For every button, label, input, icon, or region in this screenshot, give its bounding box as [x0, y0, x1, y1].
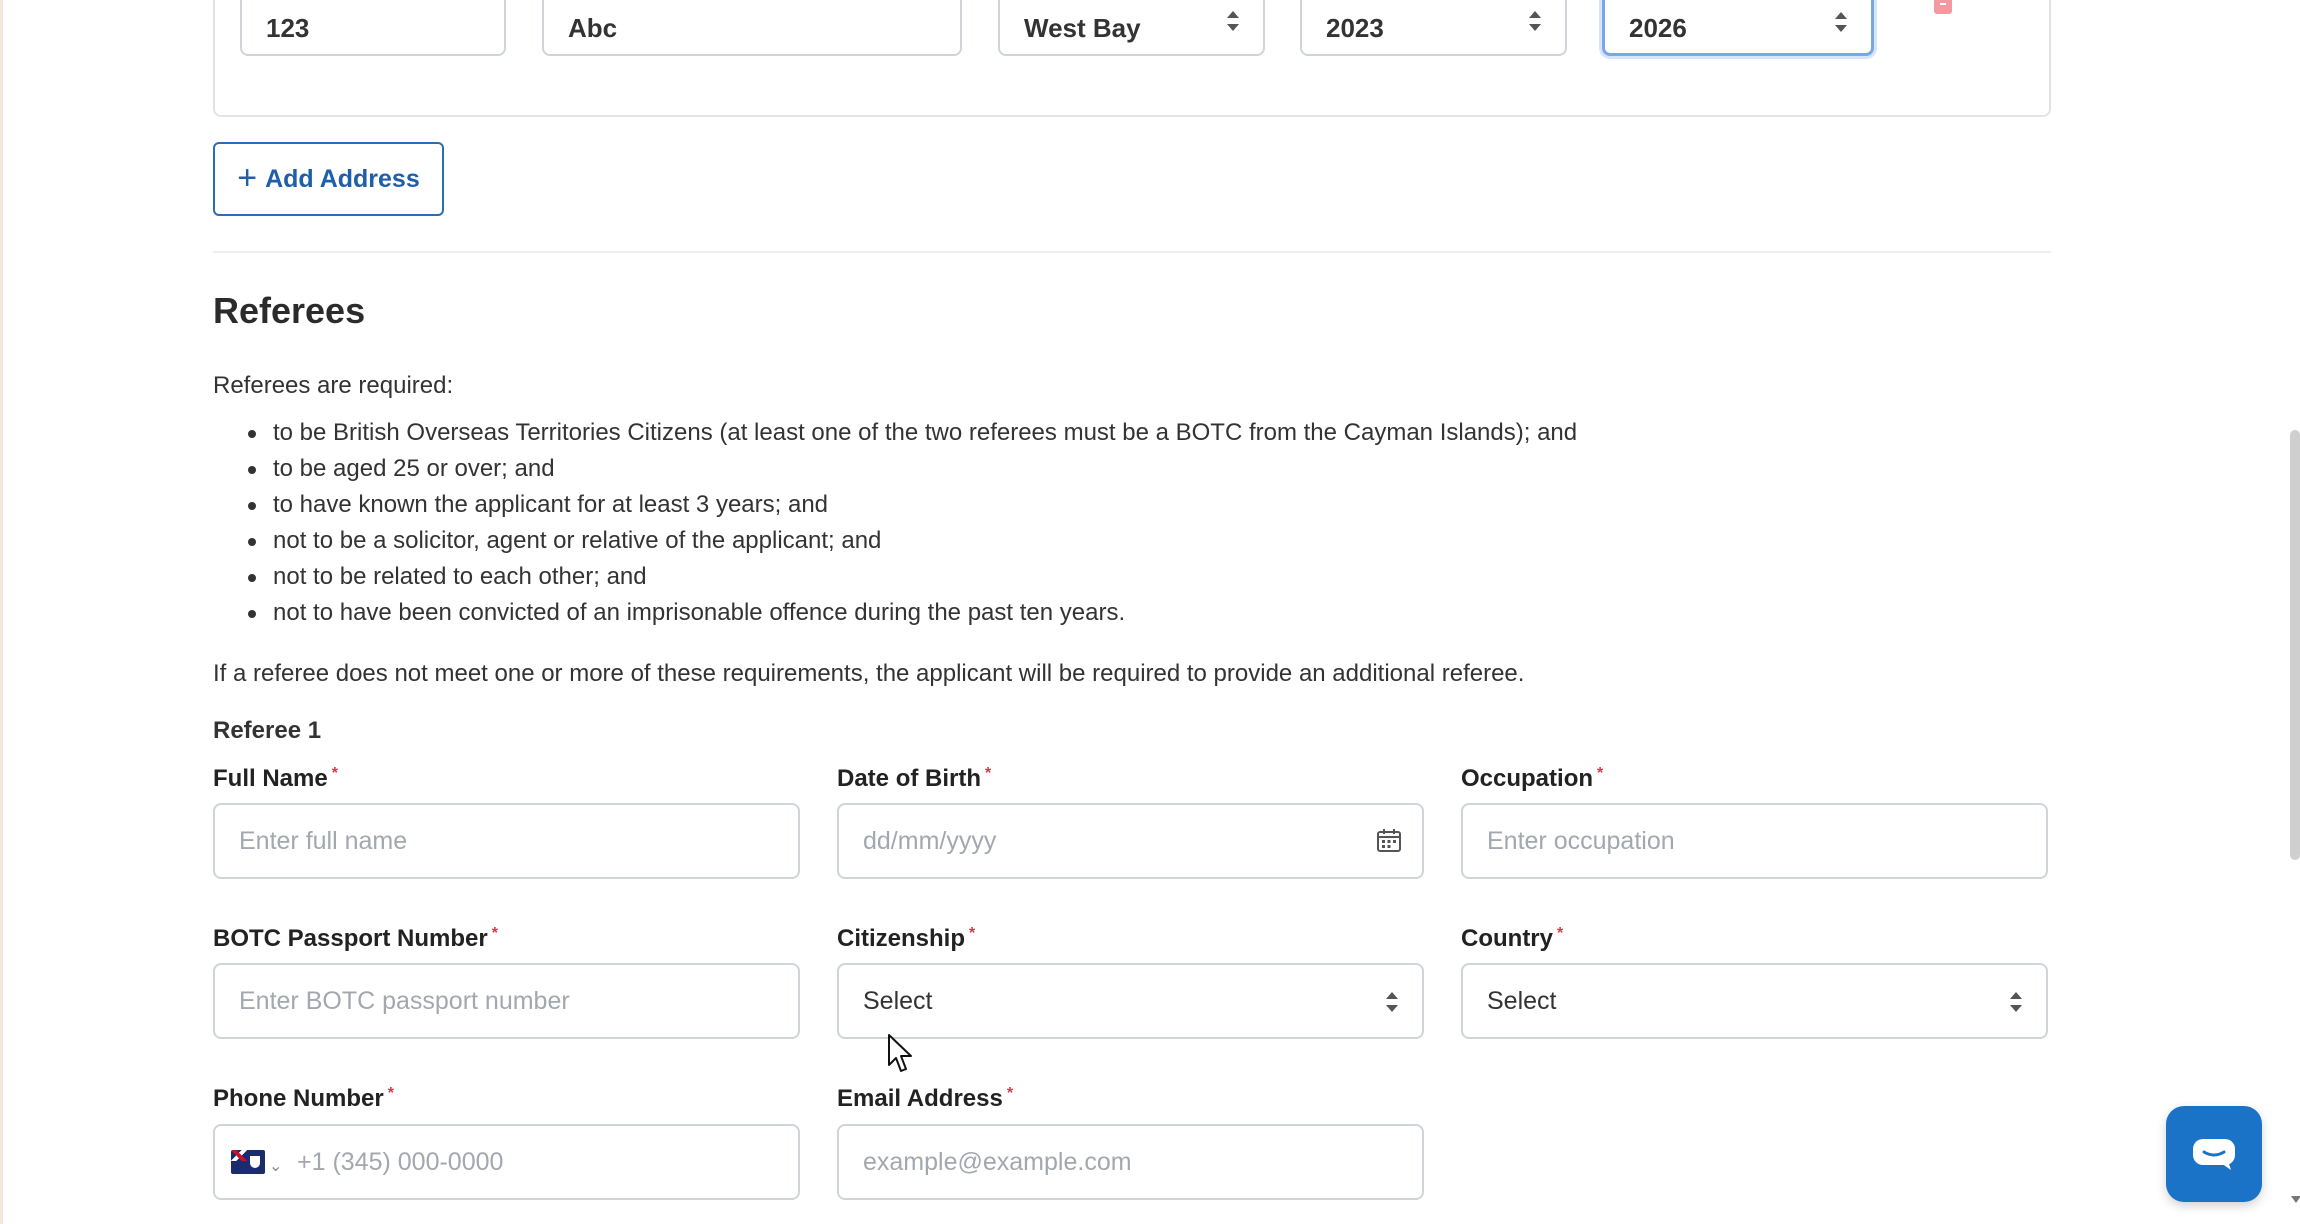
add-address-button[interactable]: + Add Address [213, 142, 444, 216]
referee-1-label: Referee 1 [213, 717, 322, 744]
dob-field [837, 803, 1424, 879]
referees-notice: If a referee does not meet one or more o… [213, 660, 1525, 687]
email-input[interactable] [837, 1124, 1424, 1200]
passport-input[interactable] [213, 963, 800, 1039]
select-arrows-icon [2010, 992, 2022, 1012]
street-input[interactable]: Abc [542, 0, 962, 56]
select-arrows-icon [1529, 11, 1541, 31]
list-item: to be aged 25 or over; and [213, 454, 1577, 490]
chevron-down-icon[interactable]: ⌄ [269, 1156, 282, 1176]
delete-address-icon[interactable] [1934, 0, 1952, 14]
list-item: not to have been convicted of an impriso… [213, 598, 1577, 634]
referees-heading: Referees [213, 290, 366, 331]
select-arrows-icon [1227, 11, 1239, 31]
plus-icon: + [237, 158, 258, 197]
list-item: not to be a solicitor, agent or relative… [213, 526, 1577, 562]
list-item: to be British Overseas Territories Citiz… [213, 418, 1577, 454]
full-name-input[interactable] [213, 803, 800, 879]
scroll-down-icon[interactable] [2291, 1196, 2300, 1203]
dob-input[interactable] [837, 803, 1424, 879]
country-select[interactable]: Select [1461, 963, 2048, 1039]
district-select[interactable]: West Bay [998, 0, 1265, 56]
country-label: Country * [1461, 925, 1564, 952]
required-mark: * [491, 925, 498, 942]
section-divider [213, 251, 2051, 253]
occupation-label: Occupation * [1461, 765, 1604, 792]
referees-intro: Referees are required: [213, 372, 454, 399]
required-mark: * [969, 925, 976, 942]
citizenship-select[interactable]: Select [837, 963, 1424, 1039]
chat-button[interactable] [2166, 1106, 2262, 1202]
list-item: not to be related to each other; and [213, 562, 1577, 598]
required-mark: * [331, 765, 338, 782]
select-arrows-icon [1386, 992, 1398, 1012]
phone-field: ⌄ [213, 1124, 800, 1200]
from-year-select[interactable]: 2023 [1300, 0, 1567, 56]
page-edge [0, 0, 3, 1224]
citizenship-label: Citizenship * [837, 925, 976, 952]
email-label: Email Address * [837, 1085, 1014, 1112]
house-number-input[interactable]: 123 [240, 0, 506, 56]
requirements-list: to be British Overseas Territories Citiz… [213, 418, 1577, 634]
scrollbar-thumb[interactable] [2290, 430, 2300, 860]
calendar-icon[interactable] [1376, 827, 1402, 853]
required-mark: * [985, 765, 992, 782]
full-name-label: Full Name * [213, 765, 338, 792]
required-mark: * [1597, 765, 1604, 782]
cayman-flag-icon[interactable] [231, 1150, 265, 1174]
phone-label: Phone Number * [213, 1085, 394, 1112]
chat-bubble-icon [2193, 1139, 2235, 1170]
to-year-select[interactable]: 2026 [1602, 0, 1874, 56]
occupation-input[interactable] [1461, 803, 2048, 879]
phone-input[interactable] [285, 1126, 795, 1198]
passport-label: BOTC Passport Number * [213, 925, 498, 952]
required-mark: * [1006, 1085, 1014, 1102]
mouse-cursor-icon [888, 1034, 912, 1072]
required-mark: * [1557, 925, 1564, 942]
dob-label: Date of Birth * [837, 765, 992, 792]
required-mark: * [387, 1085, 394, 1102]
list-item: to have known the applicant for at least… [213, 490, 1577, 526]
select-arrows-icon [1835, 12, 1847, 32]
